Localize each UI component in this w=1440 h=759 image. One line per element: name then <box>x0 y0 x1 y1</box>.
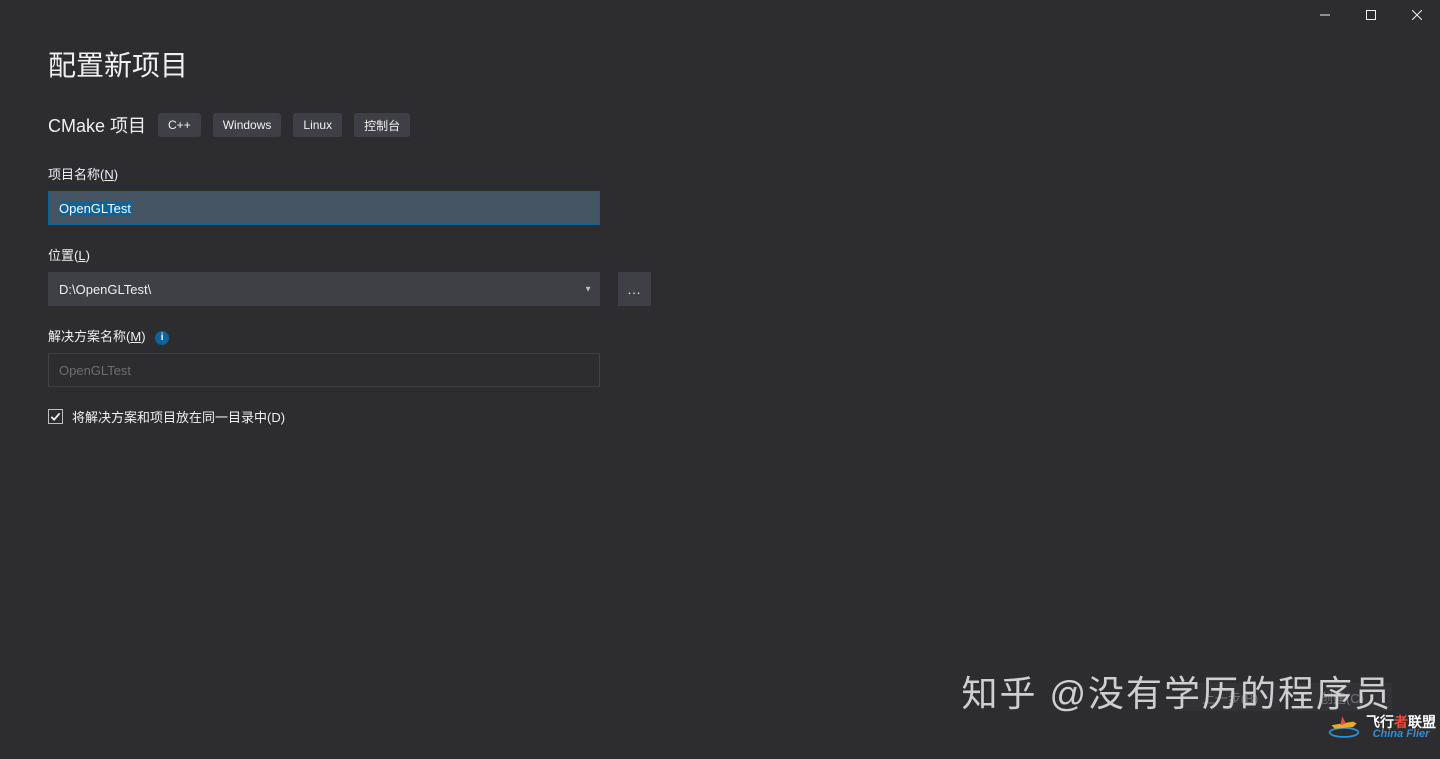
solution-name-label: 解决方案名称(M) i <box>48 326 1392 345</box>
info-icon[interactable]: i <box>155 331 169 345</box>
project-type-row: CMake 项目 C++ Windows Linux 控制台 <box>48 112 1392 138</box>
same-dir-label: 将解决方案和项目放在同一目录中(D) <box>72 407 285 426</box>
project-name-group: 项目名称(N) <box>48 164 1392 225</box>
same-dir-row: 将解决方案和项目放在同一目录中(D) <box>48 407 1392 426</box>
footer-buttons: 上一步(B) 创建(C) <box>1180 683 1392 711</box>
solution-name-input <box>48 353 600 387</box>
back-button[interactable]: 上一步(B) <box>1180 683 1280 711</box>
titlebar <box>0 0 1440 30</box>
minimize-button[interactable] <box>1302 0 1348 30</box>
tag-console: 控制台 <box>354 113 410 137</box>
browse-button[interactable]: ... <box>618 272 651 306</box>
close-button[interactable] <box>1394 0 1440 30</box>
close-icon <box>1412 10 1422 20</box>
solution-name-group: 解决方案名称(M) i <box>48 326 1392 387</box>
project-name-input[interactable] <box>48 191 600 225</box>
location-group: 位置(L) ▼ ... <box>48 245 1392 306</box>
create-button[interactable]: 创建(C) <box>1292 683 1392 711</box>
location-label: 位置(L) <box>48 245 1392 264</box>
tag-windows: Windows <box>213 113 282 137</box>
project-type-label: CMake 项目 <box>48 112 146 138</box>
location-row: ▼ ... <box>48 272 1392 306</box>
logo-line1: 飞行者联盟 <box>1366 715 1436 729</box>
plane-icon <box>1326 709 1362 745</box>
tag-linux: Linux <box>293 113 342 137</box>
logo-line2: China Flier <box>1373 729 1430 740</box>
same-dir-checkbox[interactable] <box>48 409 63 424</box>
checkmark-icon <box>50 411 61 422</box>
page-title: 配置新项目 <box>48 44 1392 84</box>
project-name-label: 项目名称(N) <box>48 164 1392 183</box>
maximize-icon <box>1366 10 1376 20</box>
main-content: 配置新项目 CMake 项目 C++ Windows Linux 控制台 项目名… <box>0 30 1440 426</box>
location-input[interactable] <box>48 272 600 306</box>
minimize-icon <box>1320 10 1330 20</box>
maximize-button[interactable] <box>1348 0 1394 30</box>
tag-cpp: C++ <box>158 113 201 137</box>
location-combo[interactable]: ▼ <box>48 272 600 306</box>
